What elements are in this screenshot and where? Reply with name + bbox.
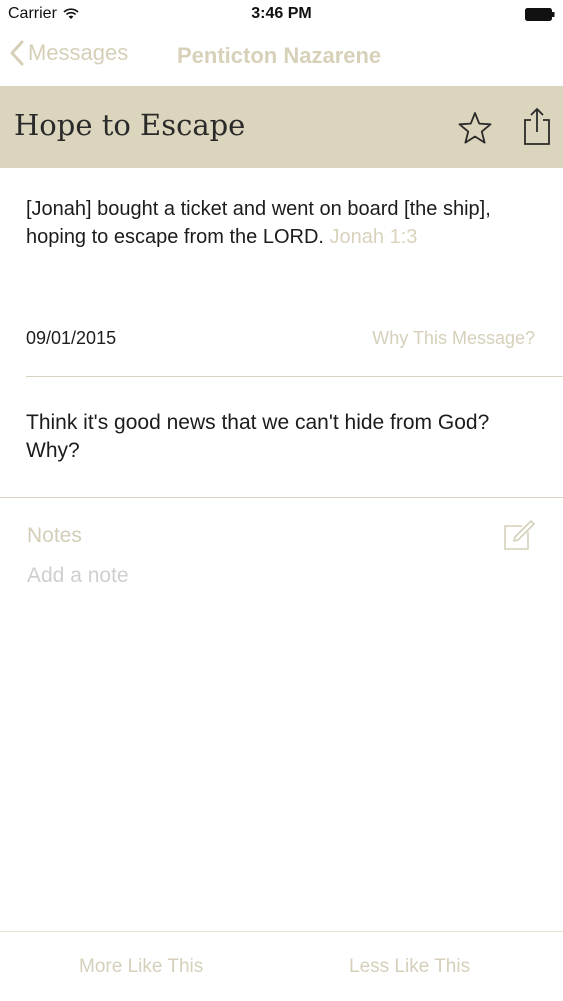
verse-body: [Jonah] bought a ticket and went on boar…	[26, 198, 491, 248]
note-input[interactable]	[27, 561, 467, 591]
navigation-bar: Messages Penticton Nazarene	[0, 30, 563, 86]
message-header: Hope to Escape	[0, 86, 563, 168]
less-like-this-button[interactable]: Less Like This	[349, 956, 470, 978]
notes-label: Notes	[27, 524, 82, 547]
back-button[interactable]: Messages	[10, 40, 128, 66]
clock: 3:46 PM	[251, 5, 312, 22]
battery-icon	[525, 8, 555, 21]
share-icon[interactable]	[520, 106, 554, 146]
verse-text: [Jonah] bought a ticket and went on boar…	[26, 195, 546, 251]
why-this-message-link[interactable]: Why This Message?	[372, 328, 535, 349]
chevron-left-icon	[10, 40, 24, 66]
nav-title: Penticton Nazarene	[177, 43, 382, 68]
bottom-toolbar: More Like This Less Like This	[0, 931, 563, 1001]
back-button-label: Messages	[28, 40, 129, 65]
compose-icon[interactable]	[502, 518, 536, 552]
star-icon[interactable]	[457, 110, 493, 146]
divider	[26, 376, 563, 377]
message-title: Hope to Escape	[14, 108, 246, 142]
more-like-this-button[interactable]: More Like This	[79, 956, 203, 978]
divider	[0, 497, 563, 498]
reflection-question: Think it's good news that we can't hide …	[26, 411, 490, 462]
verse-reference: Jonah 1:3	[329, 226, 418, 248]
status-bar: Carrier 3:46 PM	[0, 0, 563, 30]
message-date: 09/01/2015	[26, 328, 117, 348]
